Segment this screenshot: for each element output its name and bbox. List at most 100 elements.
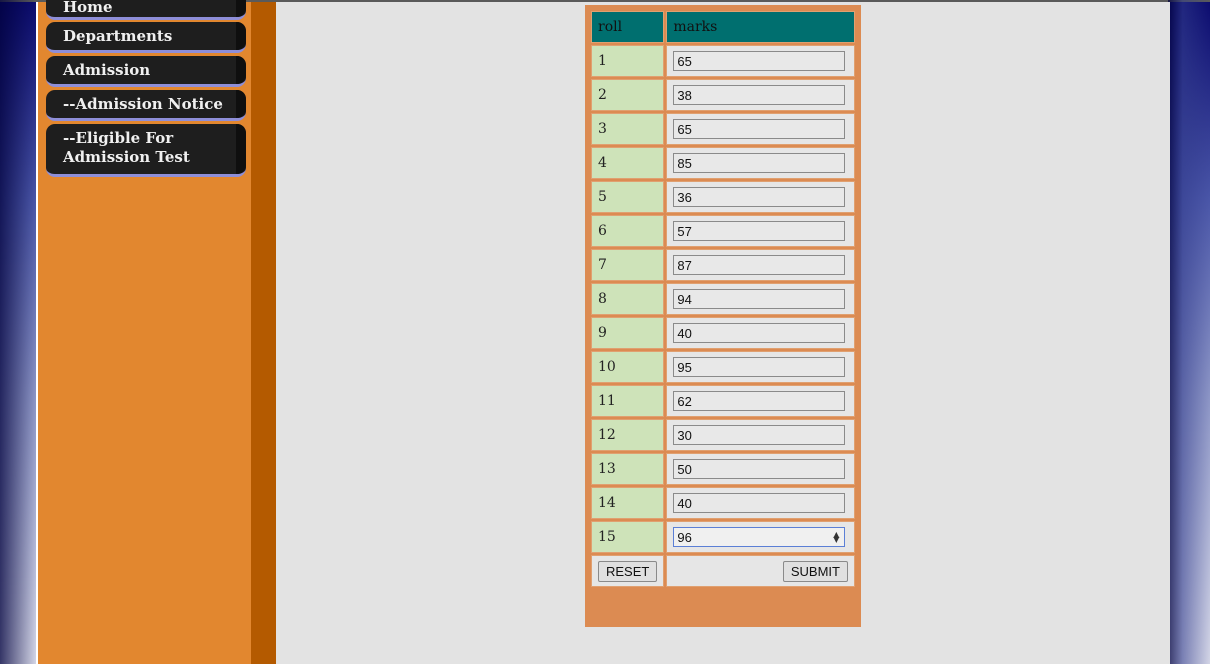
left-gradient bbox=[0, 0, 36, 664]
table-row: 12 bbox=[591, 419, 855, 451]
marks-cell bbox=[666, 79, 855, 111]
marks-input[interactable] bbox=[673, 289, 846, 309]
roll-cell: 1 bbox=[591, 45, 665, 77]
marks-input[interactable] bbox=[673, 527, 846, 547]
marks-input-holder bbox=[673, 459, 846, 479]
marks-input[interactable] bbox=[673, 255, 846, 275]
sidebar-item-home[interactable]: Home bbox=[46, 0, 246, 20]
marks-input-holder bbox=[673, 187, 846, 207]
menu-shade bbox=[236, 22, 246, 50]
marks-input-holder bbox=[673, 425, 846, 445]
marks-input-holder bbox=[673, 221, 846, 241]
marks-cell: ▲▼ bbox=[666, 521, 855, 553]
reset-button[interactable]: RESET bbox=[598, 560, 658, 582]
roll-cell: 3 bbox=[591, 113, 665, 145]
marks-cell bbox=[666, 181, 855, 213]
marks-input[interactable] bbox=[673, 357, 846, 377]
roll-cell: 14 bbox=[591, 487, 665, 519]
table-row: 6 bbox=[591, 215, 855, 247]
marks-input-holder bbox=[673, 289, 846, 309]
menu-shade bbox=[236, 56, 246, 84]
marks-input-holder bbox=[673, 255, 846, 275]
roll-cell: 15 bbox=[591, 521, 665, 553]
roll-cell: 4 bbox=[591, 147, 665, 179]
sidebar-item-eligible-admission-test[interactable]: --Eligible For Admission Test bbox=[46, 124, 246, 177]
marks-cell bbox=[666, 351, 855, 383]
submit-cell: SUBMIT bbox=[666, 555, 855, 587]
table-row: 7 bbox=[591, 249, 855, 281]
sidebar-item-admission[interactable]: Admission bbox=[46, 56, 246, 87]
column-header-marks: marks bbox=[666, 11, 855, 43]
sidebar-item-admission-notice[interactable]: --Admission Notice bbox=[46, 90, 246, 121]
marks-input[interactable] bbox=[673, 51, 846, 71]
marks-input[interactable] bbox=[673, 85, 846, 105]
table-row: 5 bbox=[591, 181, 855, 213]
marks-input[interactable] bbox=[673, 391, 846, 411]
menu-shade bbox=[236, 0, 246, 17]
marks-input-holder bbox=[673, 153, 846, 173]
marks-table: roll marks 123456789101112131415▲▼ RESET… bbox=[589, 9, 857, 589]
marks-input[interactable] bbox=[673, 425, 846, 445]
sidebar-item-departments[interactable]: Departments bbox=[46, 22, 246, 53]
roll-cell: 11 bbox=[591, 385, 665, 417]
marks-cell bbox=[666, 113, 855, 145]
marks-input[interactable] bbox=[673, 119, 846, 139]
marks-input[interactable] bbox=[673, 221, 846, 241]
table-row: 9 bbox=[591, 317, 855, 349]
marks-cell bbox=[666, 487, 855, 519]
roll-cell: 10 bbox=[591, 351, 665, 383]
marks-cell bbox=[666, 249, 855, 281]
table-row: 4 bbox=[591, 147, 855, 179]
marks-input-holder bbox=[673, 85, 846, 105]
sidebar-item-label: --Eligible For Admission Test bbox=[63, 129, 190, 166]
marks-input-holder bbox=[673, 119, 846, 139]
marks-cell bbox=[666, 283, 855, 315]
table-row: 13 bbox=[591, 453, 855, 485]
marks-input-holder: ▲▼ bbox=[673, 527, 846, 547]
menu-shade bbox=[236, 124, 246, 174]
marks-cell bbox=[666, 317, 855, 349]
page-container: Home Departments Admission --Admission N… bbox=[36, 0, 1170, 664]
marks-input[interactable] bbox=[673, 459, 846, 479]
marks-input-holder bbox=[673, 357, 846, 377]
marks-cell bbox=[666, 215, 855, 247]
table-row: 1 bbox=[591, 45, 855, 77]
table-row: 2 bbox=[591, 79, 855, 111]
right-gradient bbox=[1168, 0, 1210, 664]
roll-cell: 8 bbox=[591, 283, 665, 315]
table-row: 15 ▲▼ bbox=[591, 521, 855, 553]
marks-input-holder bbox=[673, 391, 846, 411]
table-header-row: roll marks bbox=[591, 11, 855, 43]
roll-cell: 5 bbox=[591, 181, 665, 213]
roll-cell: 12 bbox=[591, 419, 665, 451]
marks-cell bbox=[666, 385, 855, 417]
table-row: 3 bbox=[591, 113, 855, 145]
column-header-roll: roll bbox=[591, 11, 665, 43]
marks-input[interactable] bbox=[673, 493, 846, 513]
roll-cell: 7 bbox=[591, 249, 665, 281]
menu-shade bbox=[236, 90, 246, 118]
marks-input-holder bbox=[673, 323, 846, 343]
reset-cell: RESET bbox=[591, 555, 665, 587]
sidebar-item-label: Home bbox=[63, 0, 113, 16]
table-row: 11 bbox=[591, 385, 855, 417]
sidebar-item-label: Admission bbox=[63, 61, 151, 79]
roll-cell: 9 bbox=[591, 317, 665, 349]
table-row: 10 bbox=[591, 351, 855, 383]
submit-button[interactable]: SUBMIT bbox=[782, 560, 848, 582]
marks-input[interactable] bbox=[673, 323, 846, 343]
sidebar-item-label: Departments bbox=[63, 27, 173, 45]
marks-input[interactable] bbox=[673, 153, 846, 173]
marks-cell bbox=[666, 453, 855, 485]
sidebar-item-label: --Admission Notice bbox=[63, 95, 223, 113]
spinner-arrows-icon[interactable]: ▲ ▼ bbox=[833, 531, 839, 544]
marks-table-container: roll marks 123456789101112131415▲▼ RESET… bbox=[585, 5, 861, 627]
marks-input[interactable] bbox=[673, 187, 846, 207]
marks-input-holder bbox=[673, 51, 846, 71]
sidebar: Home Departments Admission --Admission N… bbox=[38, 0, 251, 664]
roll-cell: 13 bbox=[591, 453, 665, 485]
sidebar-strip bbox=[251, 2, 276, 664]
marks-cell bbox=[666, 147, 855, 179]
marks-input-holder bbox=[673, 493, 846, 513]
roll-cell: 2 bbox=[591, 79, 665, 111]
